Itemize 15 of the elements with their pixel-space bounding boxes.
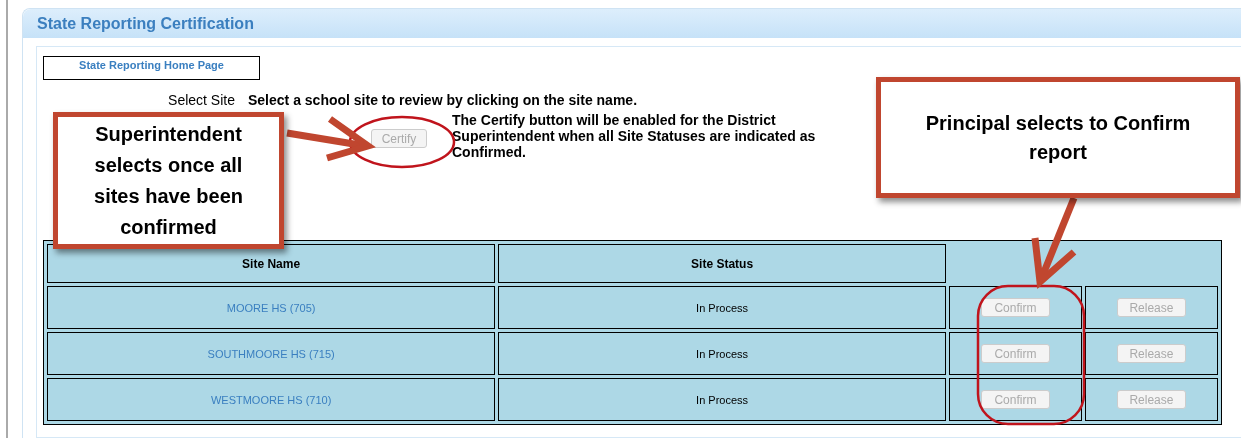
instruction-text: Select a school site to review by clicking on the site name. xyxy=(248,92,638,108)
callout-box: Superintendent selects once all sites have been confirmed xyxy=(53,112,284,249)
column-header: Site Name xyxy=(47,244,496,283)
site-link[interactable]: SOUTHMOORE HS (715) xyxy=(207,347,335,360)
column-header: Site Status xyxy=(498,244,946,283)
status-cell: In Process xyxy=(498,378,946,421)
certify-note: The Certify button will be enabled for the District Superintendent when all Site Statuses are indicated as Confirmed. xyxy=(452,112,817,160)
panel-title: State Reporting Certification xyxy=(37,14,254,33)
status-cell: In Process xyxy=(498,286,946,329)
home-page-link[interactable]: State Reporting Home Page xyxy=(43,56,260,80)
callout-box: Principal selects to Confirm report xyxy=(876,77,1240,198)
select-site-label: Select Site xyxy=(167,92,235,108)
site-link[interactable]: WESTMOORE HS (710) xyxy=(210,393,332,406)
site-link[interactable]: MOORE HS (705) xyxy=(226,301,316,314)
status-cell: In Process xyxy=(498,332,946,375)
